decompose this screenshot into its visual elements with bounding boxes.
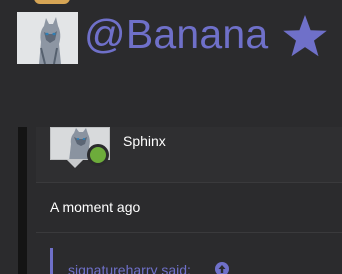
- profile-header: @Banana: [0, 0, 342, 92]
- profile-username: @Banana: [84, 11, 269, 57]
- poster-name[interactable]: Sphinx: [123, 133, 166, 149]
- profile-post-view: @Banana Sphinx A moment ago signaturehar…: [0, 0, 342, 274]
- thread-indent-bar: [18, 127, 27, 274]
- avatar-highlight: [34, 0, 70, 4]
- post-timestamp: A moment ago: [50, 199, 141, 215]
- star-icon[interactable]: [282, 14, 328, 58]
- quote-attribution[interactable]: signatureharry said:: [68, 262, 191, 274]
- avatar-pointer: [66, 159, 84, 168]
- profile-avatar[interactable]: [17, 12, 78, 64]
- online-status-indicator: [87, 144, 109, 166]
- arrow-up-circle-icon[interactable]: [215, 262, 229, 274]
- post-divider: [36, 232, 342, 233]
- quote-bar: [50, 248, 53, 274]
